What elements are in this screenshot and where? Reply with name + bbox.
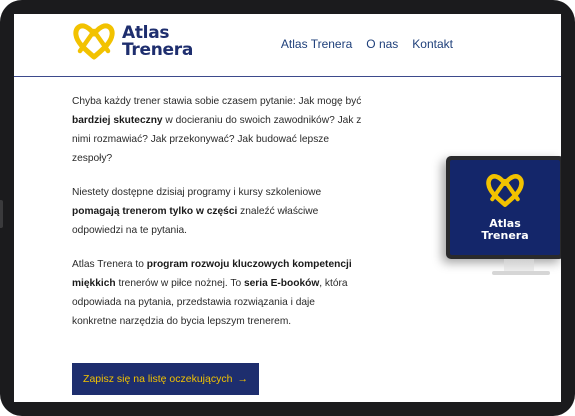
tablet-frame: Atlas Trenera Atlas Trenera O nas Kontak…: [0, 0, 575, 416]
paragraph-2: Niestety dostępne dzisiaj programy i kur…: [72, 187, 322, 236]
monitor-logo-wordmark: Atlas Trenera: [481, 218, 528, 242]
bold-phrase: pomagają trenerom tylko w części: [72, 206, 238, 217]
monitor-screen: Atlas Trenera: [450, 160, 560, 255]
logo-line-2: Trenera: [122, 40, 194, 60]
tablet-side-button: [0, 200, 3, 228]
monitor-base: [492, 271, 550, 275]
site-header: Atlas Trenera Atlas Trenera O nas Kontak…: [14, 14, 561, 77]
waitlist-button[interactable]: Zapisz się na listę oczekujących →: [72, 363, 259, 395]
main-nav: Atlas Trenera O nas Kontakt: [281, 37, 453, 51]
monitor-body: Atlas Trenera: [446, 156, 561, 259]
bold-phrase: bardziej skuteczny: [72, 115, 163, 126]
heart-logo-icon: [72, 23, 116, 61]
paragraph-3: Atlas Trenera to program rozwoju kluczow…: [72, 259, 352, 327]
heart-logo-icon: [485, 173, 525, 214]
tablet-screen: Atlas Trenera Atlas Trenera O nas Kontak…: [14, 14, 561, 402]
paragraph-1: Chyba każdy trener stawia sobie czasem p…: [72, 96, 362, 164]
monitor-illustration: Atlas Trenera: [446, 156, 561, 275]
bold-phrase: seria E-booków: [243, 278, 320, 289]
logo-wordmark: Atlas Trenera: [122, 25, 193, 59]
arrow-right-icon: →: [237, 373, 248, 385]
monitor-logo-line-2: Trenera: [481, 229, 529, 242]
nav-item-kontakt[interactable]: Kontakt: [412, 37, 453, 51]
waitlist-button-label: Zapisz się na listę oczekujących: [83, 373, 233, 385]
nav-item-atlas-trenera[interactable]: Atlas Trenera: [281, 37, 352, 51]
intro-text: Chyba każdy trener stawia sobie czasem p…: [72, 92, 362, 346]
site-logo[interactable]: Atlas Trenera: [72, 22, 193, 62]
nav-item-o-nas[interactable]: O nas: [366, 37, 398, 51]
